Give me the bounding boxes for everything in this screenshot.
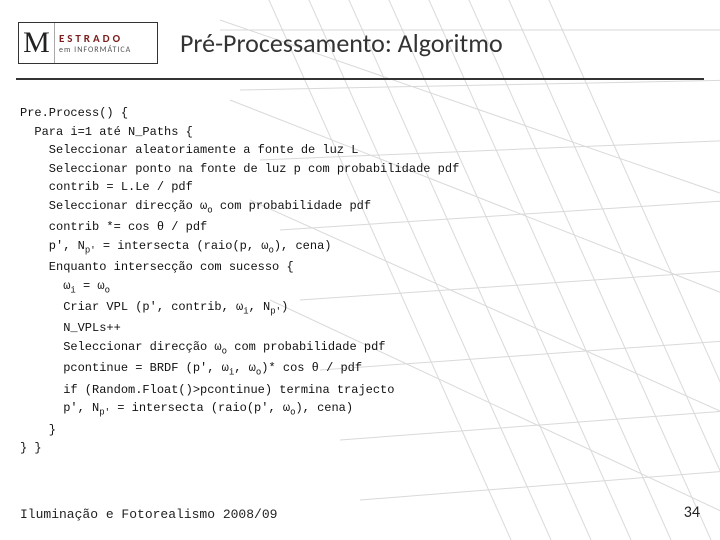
code-line: Seleccionar ponto na fonte de luz p com … — [20, 162, 459, 176]
subscript-p: p' — [85, 245, 96, 255]
logo-mark: M — [19, 23, 55, 63]
code-line: if (Random.Float()>pcontinue) termina tr… — [20, 383, 394, 397]
code-line: = intersecta (raio(p, ω — [96, 239, 269, 253]
logo-line2: em INFORMÁTICA — [59, 45, 157, 55]
subscript-p: p' — [270, 307, 281, 317]
code-line: pcontinue = BRDF (p', ω — [20, 361, 229, 375]
code-line: = ω — [76, 279, 105, 293]
code-line: )* cos θ / pdf — [261, 361, 362, 375]
slide-header: M ESTRADO em INFORMÁTICA Pré-Processamen… — [0, 0, 720, 72]
code-line: contrib = L.Le / pdf — [20, 180, 193, 194]
subscript-o: o — [105, 285, 110, 295]
page-number: 34 — [684, 503, 700, 522]
code-line: Seleccionar aleatoriamente a fonte de lu… — [20, 143, 358, 157]
code-line: Seleccionar direcção ω — [20, 199, 207, 213]
code-line: } — [20, 423, 56, 437]
code-line: ω — [20, 279, 70, 293]
code-line: Enquanto intersecção com sucesso { — [20, 260, 294, 274]
program-logo: M ESTRADO em INFORMÁTICA — [18, 22, 158, 64]
subscript-p: p' — [99, 408, 110, 418]
code-line: ), cena) — [295, 401, 353, 415]
code-line: Criar VPL (p', contrib, ω — [20, 300, 243, 314]
logo-line1: ESTRADO — [59, 32, 157, 45]
code-line: ) — [281, 300, 288, 314]
code-line: Para i=1 até N_Paths { — [20, 125, 193, 139]
code-line: com probabilidade pdf — [227, 340, 385, 354]
code-line: p', N — [20, 239, 85, 253]
pseudocode-block: Pre.Process() { Para i=1 até N_Paths { S… — [0, 80, 720, 458]
slide-footer: Iluminação e Fotorealismo 2008/09 34 — [20, 503, 700, 522]
code-line: ), cena) — [274, 239, 332, 253]
code-line: com probabilidade pdf — [213, 199, 371, 213]
logo-text: ESTRADO em INFORMÁTICA — [55, 23, 157, 63]
code-line: = intersecta (raio(p', ω — [110, 401, 290, 415]
code-line: Pre.Process() { — [20, 106, 128, 120]
code-line: , ω — [234, 361, 256, 375]
code-line: Seleccionar direcção ω — [20, 340, 222, 354]
code-line: , N — [249, 300, 271, 314]
code-line: p', N — [20, 401, 99, 415]
code-line: N_VPLs++ — [20, 321, 121, 335]
code-line: contrib *= cos θ / pdf — [20, 220, 207, 234]
slide-title: Pré-Processamento: Algoritmo — [180, 27, 503, 59]
code-line: } } — [20, 441, 42, 455]
footer-text: Iluminação e Fotorealismo 2008/09 — [20, 507, 277, 522]
